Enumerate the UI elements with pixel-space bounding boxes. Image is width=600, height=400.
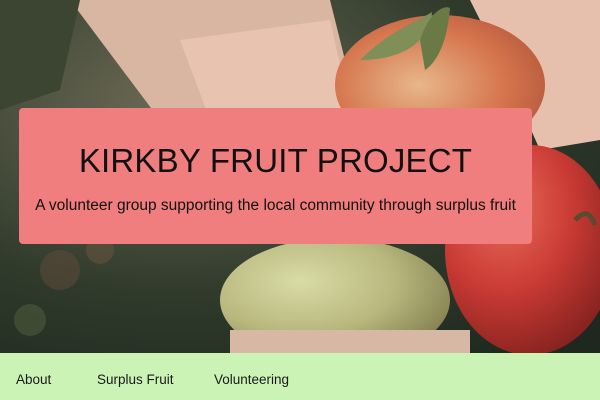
site-title: KIRKBY FRUIT PROJECT (78, 142, 473, 179)
main-nav: About Surplus Fruit Volunteering (0, 353, 600, 400)
hero-section: KIRKBY FRUIT PROJECT A volunteer group s… (0, 0, 600, 353)
nav-item-about[interactable]: About (16, 372, 51, 387)
site-tagline: A volunteer group supporting the local c… (35, 197, 516, 214)
nav-item-volunteering[interactable]: Volunteering (214, 372, 289, 387)
nav-item-surplus-fruit[interactable]: Surplus Fruit (97, 372, 174, 387)
hero-banner: KIRKBY FRUIT PROJECT A volunteer group s… (19, 108, 532, 244)
